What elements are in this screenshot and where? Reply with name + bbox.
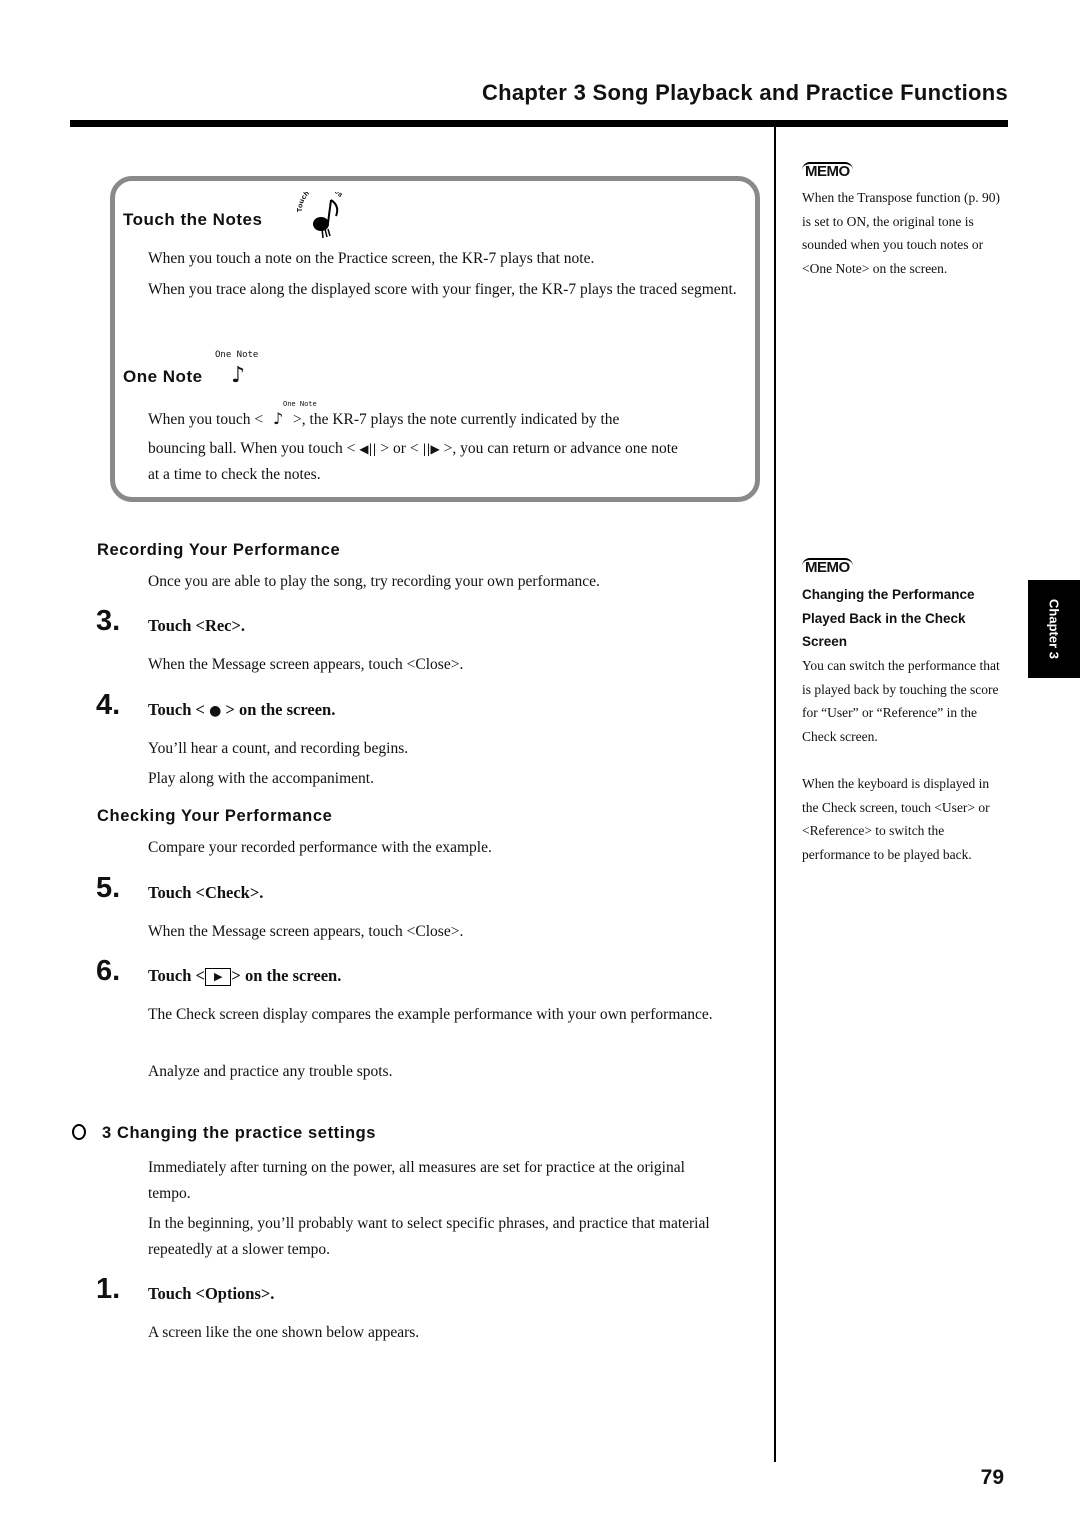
touch-notes-paragraph-2: When you trace along the displayed score…: [148, 281, 737, 298]
previous-note-icon: ◀||: [359, 442, 377, 456]
memo-check-body: You can switch the performance that is p…: [802, 658, 1000, 744]
one-note-line-1-suffix: >, the KR-7 plays the note currently ind…: [293, 411, 620, 428]
step-detail: When the Message screen appears, touch <…: [148, 923, 464, 940]
step-text-prefix: Touch <: [148, 700, 205, 719]
step-detail: Play along with the accompaniment.: [148, 770, 374, 787]
one-note-line-1-prefix: When you touch <: [148, 411, 264, 428]
eighth-note-icon: ♪: [231, 363, 246, 388]
one-note-heading: One Note: [123, 367, 203, 386]
one-note-line-2: bouncing ball. When you touch < ◀|| > or…: [148, 436, 758, 462]
one-note-line-2-suffix: >, you can return or advance one note: [443, 440, 678, 457]
step-number: 6.: [96, 955, 121, 987]
step-detail: You’ll hear a count, and recording begin…: [148, 740, 409, 757]
chapter-tab: Chapter 3: [1028, 580, 1080, 678]
play-icon: ▶: [204, 968, 232, 986]
changing-paragraph-2: In the beginning, you’ll probably want t…: [148, 1215, 710, 1258]
one-note-line-3: at a time to check the notes.: [148, 466, 321, 483]
memo-icon: MEMO: [802, 558, 853, 576]
column-divider: [774, 126, 776, 1462]
eighth-note-inline-icon: ♪: [272, 409, 284, 428]
header-rule: [70, 120, 1008, 127]
step-text-suffix: > on the screen.: [231, 966, 342, 985]
step-number: 4.: [96, 689, 121, 721]
touch-the-notes-heading: Touch the Notes: [123, 210, 263, 229]
memo-check-title: Changing the Performance Played Back in …: [802, 587, 975, 650]
recording-heading: Recording Your Performance: [97, 541, 341, 559]
page-number: 79: [980, 1466, 1004, 1489]
one-note-line-2-mid: > or <: [380, 440, 419, 457]
step-number: 3.: [96, 605, 121, 637]
step-instruction: Touch <Rec>.: [148, 616, 246, 635]
step-detail: When the Message screen appears, touch <…: [148, 656, 464, 673]
chapter-tab-label: Chapter 3: [1046, 599, 1062, 659]
checking-intro: Compare your recorded performance with t…: [148, 839, 492, 856]
step-instruction: Touch < ● > on the screen.: [148, 700, 335, 720]
memo-icon: MEMO: [802, 162, 853, 180]
touch-the-notes-icon: Touch the Notes: [296, 184, 352, 242]
changing-paragraph-1: Immediately after turning on the power, …: [148, 1159, 685, 1202]
step-instruction: Touch <Options>.: [148, 1284, 275, 1303]
one-note-icon-label: One Note: [215, 350, 259, 360]
step-text-prefix: Touch <: [148, 966, 205, 985]
changing-settings-heading: 3 Changing the practice settings: [102, 1124, 377, 1142]
checking-heading: Checking Your Performance: [97, 807, 333, 825]
chapter-title: Chapter 3 Song Playback and Practice Fun…: [481, 80, 1008, 105]
step-number: 5.: [96, 872, 121, 904]
one-note-line-2-prefix: bouncing ball. When you touch <: [148, 440, 356, 457]
section-bullet-icon: [72, 1124, 86, 1140]
touch-notes-paragraph-1: When you touch a note on the Practice sc…: [148, 250, 595, 267]
recording-intro: Once you are able to play the song, try …: [148, 573, 600, 590]
step-detail: The Check screen display compares the ex…: [148, 1006, 713, 1023]
step-number: 1.: [96, 1273, 121, 1305]
record-icon: ●: [209, 703, 222, 719]
next-note-icon: ||▶: [422, 442, 440, 456]
one-note-line-1: When you touch < ♪ >, the KR-7 plays the…: [148, 406, 748, 433]
step-detail: A screen like the one shown below appear…: [148, 1324, 420, 1341]
step-instruction: Touch <Check>.: [148, 883, 264, 902]
memo-transpose-note: When the Transpose function (p. 90) is s…: [802, 190, 1000, 276]
memo-check-body-2: When the keyboard is displayed in the Ch…: [802, 776, 990, 862]
step-instruction: Touch < ▶ > on the screen.: [148, 966, 341, 986]
step-text-suffix: > on the screen.: [225, 700, 336, 719]
step-detail: Analyze and practice any trouble spots.: [148, 1063, 393, 1080]
